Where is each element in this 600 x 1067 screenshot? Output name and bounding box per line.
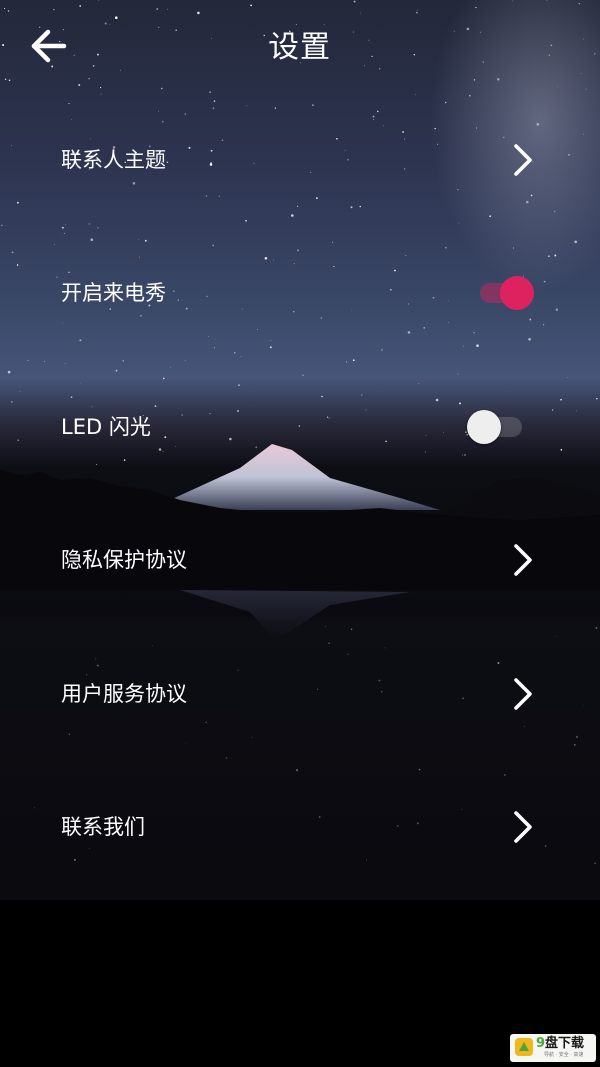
star <box>245 219 247 222</box>
star <box>138 239 140 240</box>
star <box>457 373 459 375</box>
star <box>291 214 294 217</box>
star <box>554 210 556 213</box>
row-label: 联系人主题 <box>61 148 166 172</box>
app-header: 设置 <box>0 0 600 96</box>
star <box>1 224 3 227</box>
row-label: LED 闪光 <box>61 415 151 439</box>
star <box>240 356 242 358</box>
watermark-brand-rest: 盘下载 <box>545 1036 585 1051</box>
star <box>489 215 492 218</box>
row-label: 用户服务协议 <box>61 682 187 706</box>
star <box>184 360 186 362</box>
row-privacy-policy[interactable]: 隐私保护协议 <box>0 510 600 610</box>
star <box>311 104 314 107</box>
star <box>88 223 90 225</box>
page-title: 设置 <box>269 30 331 65</box>
watermark-brand: 9盘下载 <box>536 1036 584 1052</box>
star <box>90 238 94 241</box>
watermark-tagline: 导航 · 安全 · 高速 <box>544 1052 584 1058</box>
row-label: 开启来电秀 <box>61 281 166 305</box>
star <box>346 361 347 363</box>
row-user-agreement[interactable]: 用户服务协议 <box>0 644 600 744</box>
star <box>144 239 147 242</box>
star <box>381 349 383 351</box>
star <box>170 366 172 368</box>
star <box>462 345 464 347</box>
chevron-right-icon <box>514 678 532 710</box>
star <box>65 224 66 226</box>
row-contact-theme[interactable]: 联系人主题 <box>0 110 600 210</box>
row-led-flash: LED 闪光 <box>0 377 600 477</box>
star <box>274 107 276 109</box>
row-label: 联系我们 <box>61 815 145 839</box>
chevron-right-icon <box>514 811 532 843</box>
star <box>302 374 304 376</box>
chevron-right-icon <box>514 544 532 576</box>
toggle-knob <box>467 410 501 444</box>
star <box>213 100 216 102</box>
star <box>7 370 11 374</box>
star <box>476 344 479 348</box>
watermark-badge: 9盘下载 导航 · 安全 · 高速 <box>510 1034 596 1062</box>
star <box>213 347 215 349</box>
brand-logo-icon <box>515 1038 533 1056</box>
row-call-show: 开启来电秀 <box>0 243 600 343</box>
star <box>352 359 355 362</box>
star <box>44 361 45 362</box>
watermark-brand-first: 9 <box>536 1036 546 1051</box>
star <box>61 226 64 229</box>
call-show-toggle[interactable] <box>480 275 536 311</box>
star <box>269 346 272 349</box>
row-contact-us[interactable]: 联系我们 <box>0 777 600 877</box>
star <box>212 107 215 110</box>
star <box>115 369 118 372</box>
star <box>122 360 124 362</box>
led-flash-toggle[interactable] <box>466 409 524 445</box>
star <box>64 363 66 364</box>
star <box>458 222 460 224</box>
toggle-knob <box>500 276 534 310</box>
star <box>234 352 236 354</box>
star <box>27 359 29 361</box>
star <box>68 103 70 104</box>
chevron-right-icon <box>514 144 532 176</box>
row-label: 隐私保护协议 <box>61 548 187 572</box>
star <box>246 105 248 107</box>
star <box>97 227 99 229</box>
settings-screen: 设置 联系人主题 开启来电秀 LED 闪光 隐私保护协议 用户服务协议 联系我们… <box>0 0 600 1067</box>
star <box>63 232 65 234</box>
star <box>444 101 447 104</box>
